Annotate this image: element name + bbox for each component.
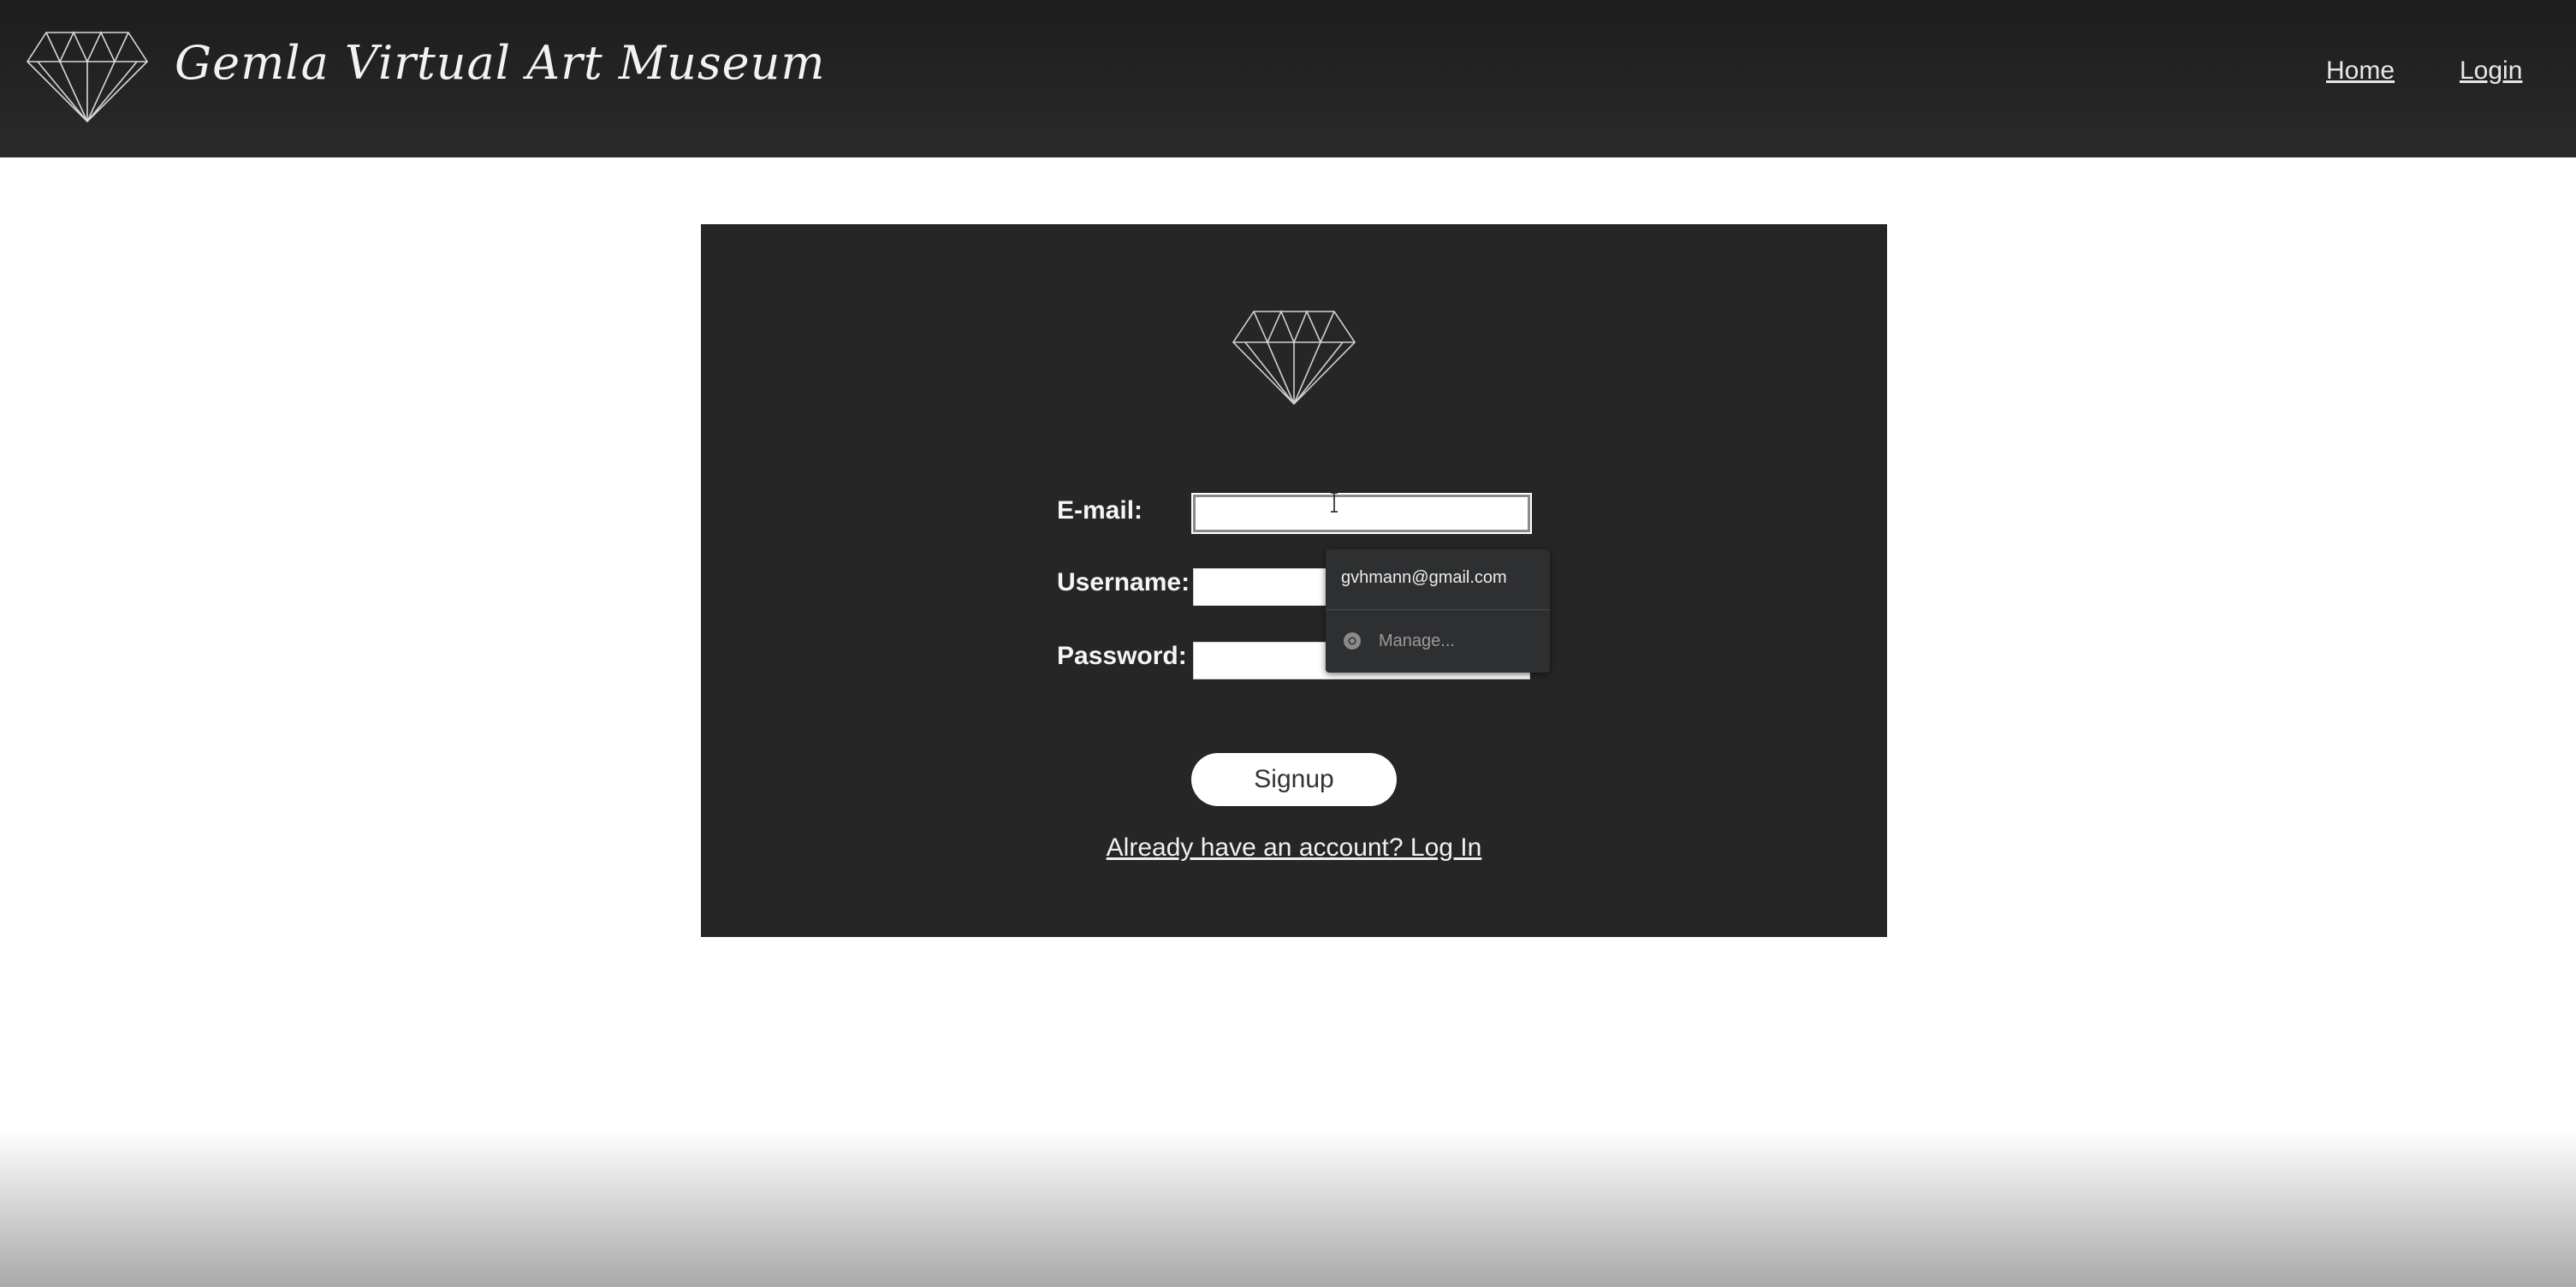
site-header: Gemla Virtual Art Museum Home Login	[0, 0, 2576, 157]
signup-button[interactable]: Signup	[1191, 753, 1397, 806]
site-title: Gemla Virtual Art Museum	[175, 36, 826, 90]
autofill-manage-item[interactable]: Manage...	[1379, 632, 1455, 651]
password-label: Password:	[1057, 642, 1187, 670]
email-input[interactable]	[1193, 495, 1530, 532]
diamond-logo-icon[interactable]	[26, 31, 149, 123]
nav-home-link[interactable]: Home	[2326, 56, 2395, 86]
login-link[interactable]: Already have an account? Log In	[701, 833, 1887, 863]
email-label: E-mail:	[1057, 496, 1143, 525]
username-label: Username:	[1057, 568, 1190, 596]
signup-card: E-mail: Username: Password: gvhmann@gmai…	[701, 224, 1887, 937]
text-cursor-icon	[1331, 492, 1338, 513]
autofill-suggestion[interactable]: gvhmann@gmail.com	[1341, 568, 1507, 588]
autofill-divider	[1326, 609, 1550, 610]
diamond-icon	[1232, 310, 1356, 406]
nav-login-link[interactable]: Login	[2460, 56, 2522, 86]
chrome-icon	[1344, 632, 1361, 649]
page-footer	[0, 1130, 2576, 1287]
autofill-dropdown: gvhmann@gmail.com Manage...	[1326, 549, 1550, 673]
